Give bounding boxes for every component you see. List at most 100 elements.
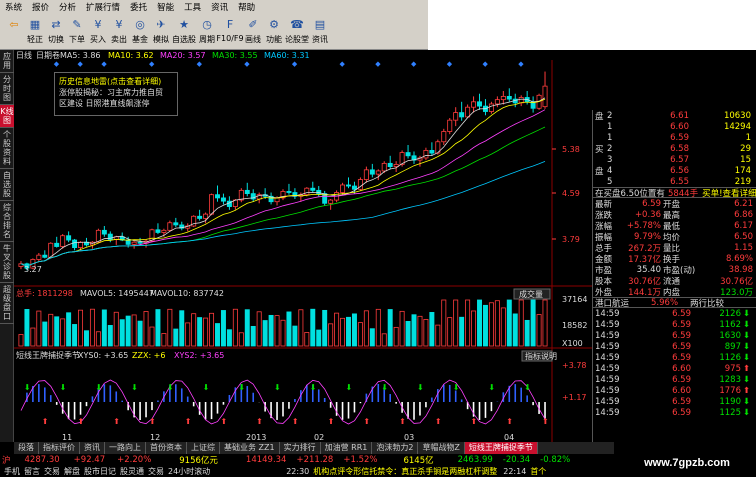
volume-bar	[262, 320, 268, 347]
indicator-tab[interactable]: 资讯	[80, 442, 105, 454]
toolbar-button[interactable]: ⇦	[4, 14, 24, 48]
indicator-tab[interactable]: 加油营 RR1	[321, 442, 373, 454]
menu-item[interactable]: 智能	[152, 1, 179, 13]
order-book-row[interactable]: 1 6.59 1	[593, 132, 756, 143]
candle-body	[66, 235, 72, 241]
shortcut-link[interactable]: 股灵通	[120, 466, 144, 477]
toolbar-button[interactable]: ▤ 资讯	[310, 14, 330, 48]
volume-bar	[477, 299, 483, 347]
menu-item[interactable]: 报价	[27, 1, 54, 13]
compare-link[interactable]: 两行比较	[690, 297, 724, 309]
period-label[interactable]: 日线	[16, 50, 32, 60]
side-tab[interactable]: 超级盘口	[0, 283, 14, 324]
candle-body	[453, 112, 459, 121]
info-mine-popup[interactable]: 历史信息地雷(点击查看详细) 涨停股揭秘：习主席力推自贸 区建设 日照港直线飙涨…	[54, 72, 178, 116]
indicator-tab[interactable]: 指标评价	[39, 442, 80, 454]
buy-signal-icon: ⬆	[328, 417, 335, 426]
indicator-help-label[interactable]: 指标说明	[525, 351, 557, 361]
toolbar-button-label: 模拟	[153, 35, 169, 44]
order-book-row[interactable]: 盘 2 6.61 10630	[593, 110, 756, 122]
toolbar-button[interactable]: ✐ 画线	[243, 14, 263, 48]
indicator-selector-label[interactable]: 成交量	[519, 289, 543, 299]
side-tab[interactable]: 分时图	[0, 73, 14, 105]
volume-bar	[429, 312, 435, 347]
toolbar-button[interactable]: ✎ 下单	[67, 14, 87, 48]
indicator-tab[interactable]: 一路向上	[105, 442, 146, 454]
ticks-header[interactable]: 港口航运 5.96% 两行比较	[593, 297, 756, 309]
side-tab[interactable]: K线图	[0, 105, 14, 128]
menu-item[interactable]: 扩展行情	[81, 1, 125, 13]
toolbar-button[interactable]: ★ 自选股	[172, 14, 196, 48]
menu-item[interactable]: 委托	[125, 1, 152, 13]
toolbar-button[interactable]: ◷ 周期	[197, 14, 217, 48]
order-book-row[interactable]: 1 6.60 14294	[593, 121, 756, 132]
indicator-tab[interactable]: 草帽战物Z	[418, 442, 465, 454]
order-book-row[interactable]: 5 6.55 219	[593, 176, 756, 187]
volume-bar	[500, 307, 506, 347]
toolbar-button[interactable]: ¥ 卖出	[109, 14, 129, 48]
candle-body	[363, 169, 369, 180]
candle-body	[54, 242, 60, 247]
toolbar-button[interactable]: ▦ 轻正	[25, 14, 45, 48]
toolbar-button[interactable]: ¥ 买入	[88, 14, 108, 48]
indicator-tab[interactable]: 基础业务 ZZ1	[220, 442, 280, 454]
sell-icon: ¥	[115, 17, 123, 31]
order-volume: 10630	[723, 110, 751, 121]
indicator-tab[interactable]: 首份资本	[146, 442, 187, 454]
news-headline-2[interactable]: 首个	[530, 466, 546, 477]
toolbar-button[interactable]: ✈ 模拟	[151, 14, 171, 48]
toolbar-button-label: 资讯	[312, 35, 328, 44]
popup-title[interactable]: 历史信息地雷(点击查看详细)	[59, 76, 173, 87]
candle-body	[137, 241, 143, 244]
shortcut-link[interactable]: 解盘	[64, 466, 80, 477]
quote-notice-detail[interactable]: 买单!查看详细	[702, 187, 756, 199]
quote-notice[interactable]: 在买盘6.50位置有 5844手 买单!查看详细	[593, 187, 756, 199]
shortcut-link[interactable]: 手机	[4, 466, 20, 477]
blank-area	[428, 0, 756, 50]
side-tab[interactable]: 个股资料	[0, 128, 14, 169]
volume-bar	[155, 309, 161, 347]
indicator-tab[interactable]: 泡沫勃力2	[372, 442, 419, 454]
order-book-row[interactable]: 盘 4 6.56 174	[593, 165, 756, 177]
menu-item[interactable]: 系统	[0, 1, 27, 13]
order-book-row[interactable]: 3 6.57 15	[593, 154, 756, 165]
order-book-row[interactable]: 买 2 6.58 29	[593, 143, 756, 155]
quote-stat-row: 涨跌 +0.36 最高 6.86	[593, 209, 756, 221]
sell-signal-icon: ⬇	[131, 383, 138, 392]
side-tab[interactable]: 综合排名	[0, 201, 14, 242]
menu-item[interactable]: 工具	[179, 1, 206, 13]
side-tab[interactable]: 牛叉诊股	[0, 242, 14, 283]
side-tab[interactable]: 自选股	[0, 169, 14, 201]
buy-signal-icon: ⬆	[256, 417, 263, 426]
indicator-tab[interactable]: 上证综	[187, 442, 220, 454]
side-tab[interactable]: 应用	[0, 50, 14, 73]
toolbar-button[interactable]: ☎ 论股堂	[285, 14, 309, 48]
shortcut-link[interactable]: 交易	[44, 466, 60, 477]
toolbar-button[interactable]: ◎ 基金	[130, 14, 150, 48]
stat-value: 6.86	[734, 209, 753, 220]
indicator-tab[interactable]: 实力排行	[280, 442, 321, 454]
toolbar-button[interactable]: ⚙ 功能	[264, 14, 284, 48]
menu-item[interactable]: 帮助	[233, 1, 260, 13]
menu-item[interactable]: 资讯	[206, 1, 233, 13]
indicator-tab[interactable]: 短线王牌捕捉季节	[464, 442, 538, 454]
shortcut-link[interactable]: 24小时滚动	[168, 466, 210, 477]
tick-volume: 1162	[719, 319, 741, 330]
shortcut-link[interactable]: 股市日记	[84, 466, 116, 477]
news-headline-1[interactable]: 机构点评令形信托禁令：真正杀手锏是两融杠杆调整	[313, 466, 497, 477]
date-tick: 04	[504, 433, 514, 442]
volume-bar	[250, 325, 256, 347]
indicator-tab[interactable]: 段落	[14, 442, 39, 454]
candle-body	[506, 96, 512, 100]
tick-price: 6.59	[672, 352, 691, 363]
menu-item[interactable]: 分析	[54, 1, 81, 13]
toolbar-button[interactable]: ⇄ 切换	[46, 14, 66, 48]
toolbar-button[interactable]: F F10/F9	[216, 14, 243, 48]
shortcut-link[interactable]: 交易	[148, 466, 164, 477]
order-price: 6.55	[670, 176, 689, 187]
sector-name[interactable]: 港口航运	[595, 297, 629, 309]
fund-icon: ◎	[135, 17, 145, 31]
candle-body	[518, 97, 524, 104]
shortcut-link[interactable]: 留言	[24, 466, 40, 477]
mode-label[interactable]: 日期卷	[36, 50, 60, 60]
